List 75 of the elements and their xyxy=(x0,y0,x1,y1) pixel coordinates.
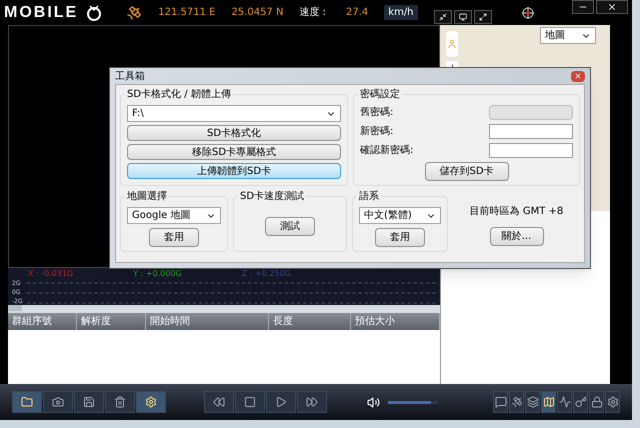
latitude: 25.0457 N xyxy=(231,6,284,20)
z-axis-reading: Z : +0.250G xyxy=(242,268,291,280)
dialog-button[interactable]: 移除SD卡專屬格式 xyxy=(127,144,341,160)
language-select[interactable]: 中文(繁體) xyxy=(359,207,441,224)
dialog-button[interactable]: 測試 xyxy=(265,217,315,236)
toolbar-button[interactable] xyxy=(541,391,556,413)
wave-icon xyxy=(558,396,570,408)
toolbar-button[interactable] xyxy=(105,391,135,413)
toolbar-button[interactable] xyxy=(493,391,508,413)
toolbar-button[interactable] xyxy=(74,391,104,413)
dialog-button[interactable]: 套用 xyxy=(149,228,199,247)
toolbar-button[interactable] xyxy=(43,391,73,413)
close-button[interactable] xyxy=(596,0,628,14)
layers-icon xyxy=(526,396,538,408)
toolbar-button[interactable] xyxy=(204,391,234,413)
toolbar-button[interactable] xyxy=(605,391,620,413)
field-label: 確認新密碼: xyxy=(360,144,414,158)
settings-icon xyxy=(145,396,157,408)
toolbar-button[interactable] xyxy=(509,391,524,413)
satellite-icon xyxy=(126,4,142,20)
dialog-button[interactable]: 上傳韌體到SD卡 xyxy=(127,163,341,179)
toolbar-button[interactable] xyxy=(235,391,265,413)
stop-icon xyxy=(244,396,256,408)
minimize-button[interactable] xyxy=(572,0,594,14)
toolbar-button[interactable] xyxy=(525,391,540,413)
map-icon xyxy=(542,396,554,408)
toolbar-button[interactable] xyxy=(589,391,604,413)
field-label: 新密碼: xyxy=(360,124,394,139)
lock-icon xyxy=(590,396,602,408)
toolbar-button[interactable] xyxy=(12,391,42,413)
view-mode-button[interactable] xyxy=(434,10,452,24)
trash-icon xyxy=(114,396,126,408)
x-axis-reading: X : -0.031G xyxy=(28,268,74,280)
floppy-icon xyxy=(83,396,95,408)
speech-bubble-icon xyxy=(494,396,506,408)
toolbar-button[interactable] xyxy=(266,391,296,413)
password-field[interactable] xyxy=(489,124,573,139)
logo: MOBILE xyxy=(4,2,78,22)
dialog-button[interactable]: 儲存到SD卡 xyxy=(424,162,508,181)
drive-select[interactable]: F:\ xyxy=(127,105,341,122)
view-mode-button[interactable] xyxy=(474,10,492,24)
settings-icon xyxy=(606,396,618,408)
toolbar-button[interactable] xyxy=(573,391,588,413)
street-view-person-icon xyxy=(447,39,457,49)
satellite-icon xyxy=(510,396,522,408)
timezone-text: 目前時區為 GMT +8 xyxy=(470,204,564,219)
speed-label: 速度 : xyxy=(299,6,326,20)
toolbar-button[interactable] xyxy=(136,391,166,413)
key-icon xyxy=(574,396,586,408)
map-provider-select[interactable]: Google 地圖 xyxy=(127,207,221,224)
speed-unit: km/h xyxy=(384,5,418,20)
logo-mark-icon xyxy=(86,4,102,22)
dialog-button[interactable]: 關於... xyxy=(490,227,544,246)
dialog-title: 工具箱 xyxy=(115,70,145,84)
close-icon xyxy=(574,72,582,80)
view-mode-button[interactable] xyxy=(454,10,472,24)
fast-forward-icon xyxy=(306,396,318,408)
close-button[interactable] xyxy=(571,70,585,82)
folder-icon xyxy=(21,396,33,408)
scroll-thumb[interactable] xyxy=(8,305,22,311)
toolbar-button[interactable] xyxy=(297,391,327,413)
volume-icon xyxy=(367,396,380,408)
rewind-icon xyxy=(213,396,225,408)
map-type-select[interactable]: 地圖 xyxy=(540,27,596,44)
toolbar-button[interactable] xyxy=(557,391,572,413)
dialog-button[interactable]: SD卡格式化 xyxy=(127,125,341,141)
play-icon xyxy=(275,396,287,408)
field-label: 舊密碼: xyxy=(360,106,394,120)
close-icon xyxy=(607,2,617,12)
speed-value: 27.4 xyxy=(346,6,368,20)
password-field[interactable] xyxy=(489,143,573,158)
dialog-button[interactable]: 套用 xyxy=(375,228,425,247)
y-axis-reading: Y : +0.000G xyxy=(133,268,182,280)
longitude: 121.5711 E xyxy=(158,6,216,20)
camera-icon xyxy=(52,396,64,408)
